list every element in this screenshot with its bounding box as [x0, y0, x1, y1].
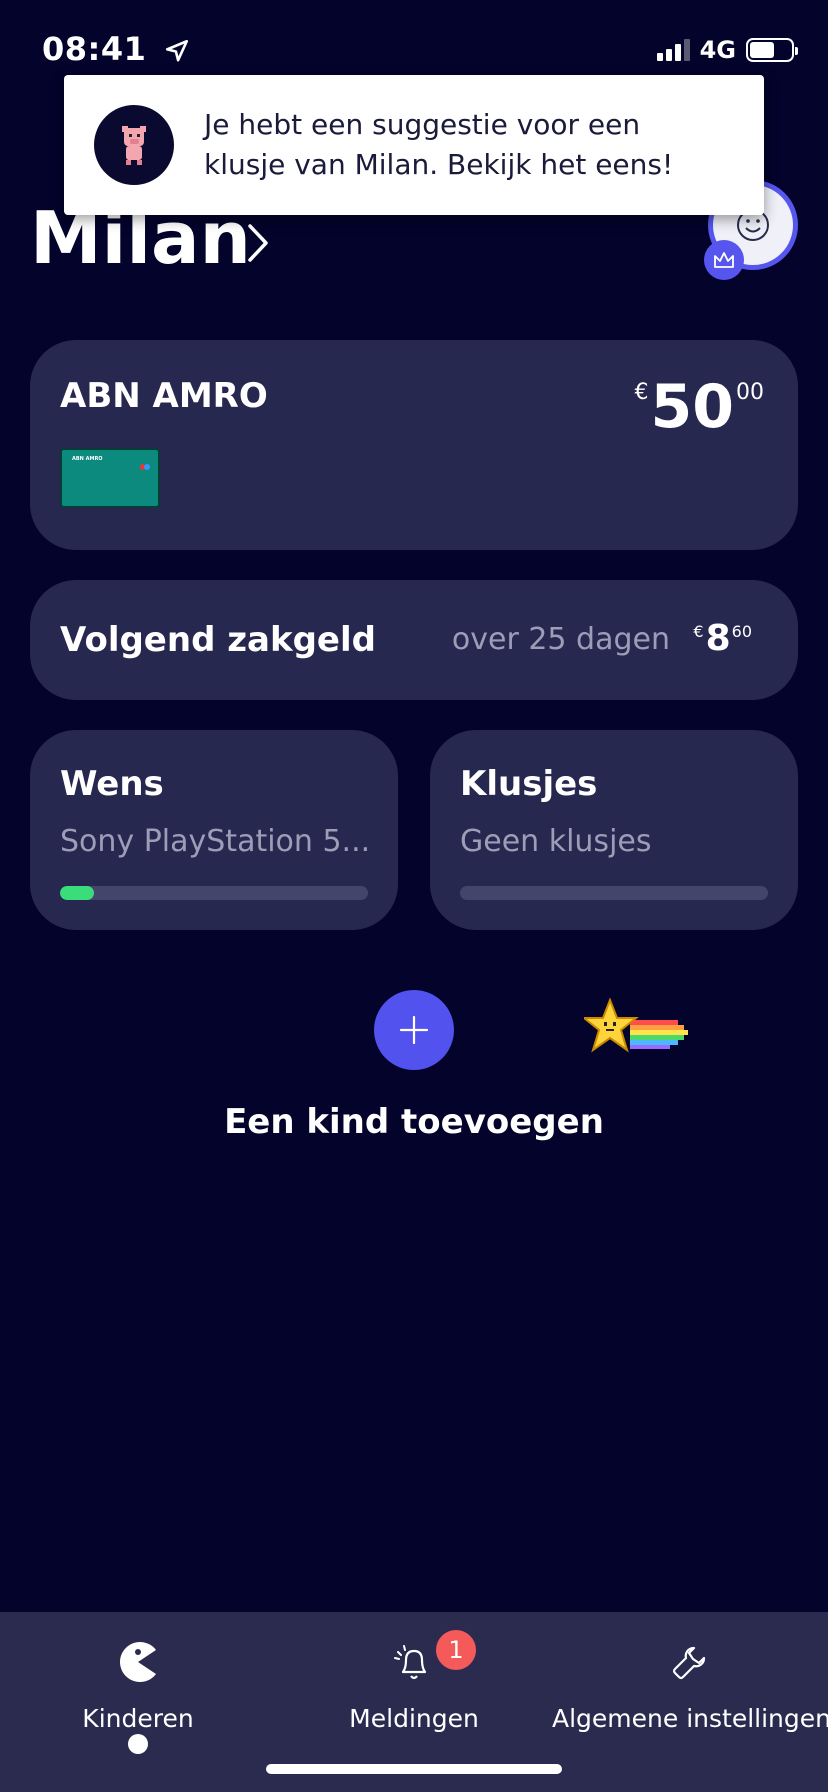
bank-balance: € 50 00	[635, 374, 765, 440]
bank-amount-dec: 00	[736, 380, 764, 405]
pig-icon	[94, 105, 174, 185]
wrench-icon	[672, 1646, 706, 1680]
battery-icon	[746, 38, 798, 62]
location-arrow-icon	[165, 39, 189, 62]
screen: 08:41 4G Milan Je hebt een suggestie voo…	[0, 0, 828, 1792]
signal-icon	[656, 39, 690, 61]
chores-progress-bar	[460, 886, 768, 900]
active-tab-indicator	[128, 1734, 148, 1754]
tab-instellingen-label: Algemene instellingen	[552, 1704, 828, 1733]
pacman-icon	[120, 1642, 156, 1682]
tab-kinderen[interactable]: Kinderen	[0, 1612, 276, 1754]
chevron-right-icon[interactable]	[246, 222, 270, 264]
allowance-currency: €	[693, 622, 704, 641]
chores-title: Klusjes	[460, 764, 598, 804]
allowance-amount-dec: 60	[731, 622, 752, 641]
wish-card[interactable]: Wens Sony PlayStation 5...	[30, 730, 398, 930]
toast-message: Je hebt een suggestie voor een klusje va…	[204, 108, 674, 181]
rainbow-star-icon	[584, 998, 688, 1053]
bank-currency: €	[634, 380, 649, 405]
bank-name: ABN AMRO	[60, 376, 268, 416]
bank-amount-int: 50	[650, 372, 735, 442]
allowance-amount-int: 8	[705, 618, 731, 659]
home-indicator[interactable]	[266, 1764, 562, 1774]
wish-progress-fill	[60, 886, 94, 900]
tab-algemene-instellingen[interactable]: Algemene instellingen	[552, 1612, 828, 1752]
tab-meldingen[interactable]: 1 Meldingen	[276, 1612, 552, 1752]
add-child-label[interactable]: Een kind toevoegen	[0, 1102, 828, 1142]
plus-icon	[399, 1015, 429, 1045]
wish-progress-bar	[60, 886, 368, 900]
chores-subtitle: Geen klusjes	[460, 824, 652, 859]
next-allowance-card[interactable]: Volgend zakgeld over 25 dagen € 8 60	[30, 580, 798, 700]
wish-title: Wens	[60, 764, 164, 804]
tab-kinderen-label: Kinderen	[82, 1704, 194, 1733]
suggestion-toast[interactable]: Je hebt een suggestie voor een klusje va…	[64, 75, 764, 215]
status-time: 08:41	[42, 30, 190, 68]
allowance-amount: € 8 60	[693, 618, 752, 660]
status-time-text: 08:41	[42, 30, 147, 68]
add-child-button[interactable]	[374, 990, 454, 1070]
debit-card-image: ABN AMRO	[60, 448, 160, 508]
wish-subtitle: Sony PlayStation 5...	[60, 824, 371, 859]
chores-card[interactable]: Klusjes Geen klusjes	[430, 730, 798, 930]
mini-card-label: ABN AMRO	[72, 456, 103, 462]
bank-account-card[interactable]: ABN AMRO € 50 00 ABN AMRO	[30, 340, 798, 550]
crown-icon	[704, 240, 744, 280]
allowance-when: over 25 dagen	[451, 622, 670, 657]
bell-icon	[394, 1645, 427, 1680]
status-icons: 4G	[656, 36, 798, 64]
network-label: 4G	[699, 36, 736, 64]
tab-meldingen-label: Meldingen	[349, 1704, 479, 1733]
allowance-label: Volgend zakgeld	[60, 620, 376, 660]
notification-badge: 1	[436, 1630, 476, 1670]
